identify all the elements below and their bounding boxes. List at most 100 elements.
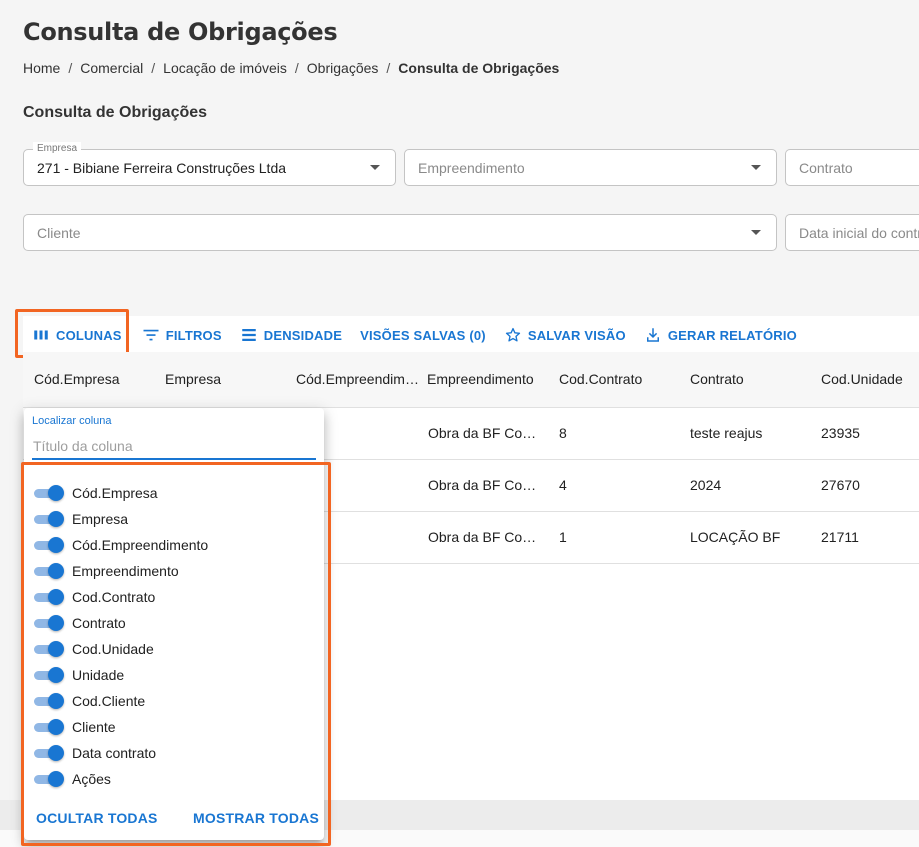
switch-thumb xyxy=(48,641,64,657)
star-outline-icon xyxy=(505,327,520,342)
columns-button-label: COLUNAS xyxy=(56,327,122,343)
breadcrumb-separator: / xyxy=(151,60,156,76)
toggle-switch[interactable] xyxy=(34,641,64,657)
toggle-switch[interactable] xyxy=(34,719,64,735)
column-toggle-label: Cod.Contrato xyxy=(72,589,156,605)
breadcrumb: Home / Comercial / Locação de imóveis / … xyxy=(23,60,559,76)
toggle-switch[interactable] xyxy=(34,511,64,527)
contrato-placeholder: Contrato xyxy=(799,160,853,176)
filter-icon xyxy=(143,329,159,341)
switch-thumb xyxy=(48,563,64,579)
cell-cod-contrato: 1 xyxy=(559,529,567,545)
switch-thumb xyxy=(48,667,64,683)
cell-empreendimento: Obra da BF Construções xyxy=(428,425,543,441)
switch-thumb xyxy=(48,771,64,787)
chevron-down-icon xyxy=(751,230,761,235)
hide-all-button[interactable]: OCULTAR TODAS xyxy=(36,810,158,826)
column-search-input[interactable] xyxy=(32,434,316,460)
column-toggle-label: Cod.Unidade xyxy=(72,641,154,657)
switch-thumb xyxy=(48,745,64,761)
columns-icon xyxy=(34,330,48,340)
cell-cod-unidade: 21711 xyxy=(821,529,859,545)
breadcrumb-separator: / xyxy=(294,60,299,76)
filters-button[interactable]: FILTROS xyxy=(133,316,231,354)
switch-thumb xyxy=(48,485,64,501)
column-toggle-item[interactable]: Ações xyxy=(34,766,208,792)
column-toggle-item[interactable]: Cód.Empresa xyxy=(34,480,208,506)
column-toggle-label: Contrato xyxy=(72,615,126,631)
header-cod-unidade[interactable]: Cod.Unidade xyxy=(821,371,919,387)
column-toggle-label: Empresa xyxy=(72,511,129,527)
toggle-switch[interactable] xyxy=(34,771,64,787)
column-toggle-item[interactable]: Cod.Contrato xyxy=(34,584,208,610)
cell-contrato: LOCAÇÃO BF xyxy=(690,529,781,545)
breadcrumb-home[interactable]: Home xyxy=(23,60,60,76)
column-toggle-label: Empreendimento xyxy=(72,563,179,579)
header-cod-empreendimento[interactable]: Cód.Empreendimento xyxy=(296,371,419,387)
cell-empreendimento: Obra da BF Construções xyxy=(428,529,543,545)
section-title: Consulta de Obrigações xyxy=(23,104,208,121)
header-contrato[interactable]: Contrato xyxy=(690,371,810,387)
column-toggle-item[interactable]: Data contrato xyxy=(34,740,208,766)
column-toggle-item[interactable]: Empresa xyxy=(34,506,208,532)
toggle-switch[interactable] xyxy=(34,563,64,579)
show-all-button[interactable]: MOSTRAR TODAS xyxy=(193,810,319,826)
header-empreendimento[interactable]: Empreendimento xyxy=(427,371,547,387)
density-button-label: DENSIDADE xyxy=(263,327,343,343)
toggle-switch[interactable] xyxy=(34,667,64,683)
column-toggle-label: Data contrato xyxy=(72,745,157,761)
generate-report-button-label: GERAR RELATÓRIO xyxy=(667,327,797,343)
column-toggle-item[interactable]: Empreendimento xyxy=(34,558,208,584)
header-empresa[interactable]: Empresa xyxy=(165,371,285,387)
breadcrumb-locacao[interactable]: Locação de imóveis xyxy=(163,60,287,76)
breadcrumb-separator: / xyxy=(386,60,391,76)
cliente-placeholder: Cliente xyxy=(37,225,81,241)
chevron-down-icon xyxy=(751,165,761,170)
breadcrumb-separator: / xyxy=(68,60,73,76)
switch-thumb xyxy=(48,589,64,605)
breadcrumb-obrigacoes[interactable]: Obrigações xyxy=(307,60,379,76)
breadcrumb-comercial[interactable]: Comercial xyxy=(80,60,143,76)
toggle-switch[interactable] xyxy=(34,537,64,553)
generate-report-button[interactable]: GERAR RELATÓRIO xyxy=(635,316,806,354)
column-toggle-item[interactable]: Cód.Empreendimento xyxy=(34,532,208,558)
column-search-label: Localizar coluna xyxy=(32,415,112,427)
density-button[interactable]: DENSIDADE xyxy=(231,316,351,354)
page-title: Consulta de Obrigações xyxy=(23,18,338,46)
saved-views-button-label: VISÕES SALVAS (0) xyxy=(360,327,486,343)
toggle-switch[interactable] xyxy=(34,589,64,605)
cliente-select[interactable]: Cliente xyxy=(23,214,777,251)
toggle-switch[interactable] xyxy=(34,485,64,501)
cell-cod-contrato: 4 xyxy=(559,477,567,493)
save-view-button[interactable]: SALVAR VISÃO xyxy=(495,316,635,354)
download-icon xyxy=(646,328,659,342)
empreendimento-select[interactable]: Empreendimento xyxy=(404,149,777,186)
toggle-switch[interactable] xyxy=(34,693,64,709)
switch-thumb xyxy=(48,511,64,527)
header-cod-contrato[interactable]: Cod.Contrato xyxy=(559,371,679,387)
table-header: Cód.Empresa Empresa Cód.Empreendimento E… xyxy=(23,352,919,408)
column-toggle-item[interactable]: Cliente xyxy=(34,714,208,740)
data-inicial-input[interactable]: Data inicial do contrato xyxy=(785,214,919,251)
columns-panel: Localizar coluna Cód.Empresa Empresa Cód.E… xyxy=(24,408,324,840)
column-toggle-item[interactable]: Unidade xyxy=(34,662,208,688)
saved-views-button[interactable]: VISÕES SALVAS (0) xyxy=(351,316,495,354)
column-toggle-item[interactable]: Cod.Cliente xyxy=(34,688,208,714)
column-toggle-item[interactable]: Cod.Unidade xyxy=(34,636,208,662)
empresa-label: Empresa xyxy=(33,142,82,156)
chevron-down-icon xyxy=(370,165,380,170)
empresa-value: 271 - Bibiane Ferreira Construções Ltda xyxy=(37,160,287,176)
column-toggle-label: Ações xyxy=(72,771,111,787)
cell-contrato: 2024 xyxy=(690,477,722,493)
switch-thumb xyxy=(48,693,64,709)
toggle-switch[interactable] xyxy=(34,745,64,761)
contrato-input[interactable]: Contrato xyxy=(785,149,919,186)
column-toggle-label: Cód.Empresa xyxy=(72,485,158,501)
columns-button[interactable]: COLUNAS xyxy=(23,316,131,354)
toggle-switch[interactable] xyxy=(34,615,64,631)
header-cod-empresa[interactable]: Cód.Empresa xyxy=(34,371,154,387)
column-toggle-item[interactable]: Contrato xyxy=(34,610,208,636)
cell-cod-contrato: 8 xyxy=(559,425,567,441)
save-view-button-label: SALVAR VISÃO xyxy=(527,327,626,343)
empresa-select[interactable]: Empresa 271 - Bibiane Ferreira Construçõ… xyxy=(23,142,396,186)
